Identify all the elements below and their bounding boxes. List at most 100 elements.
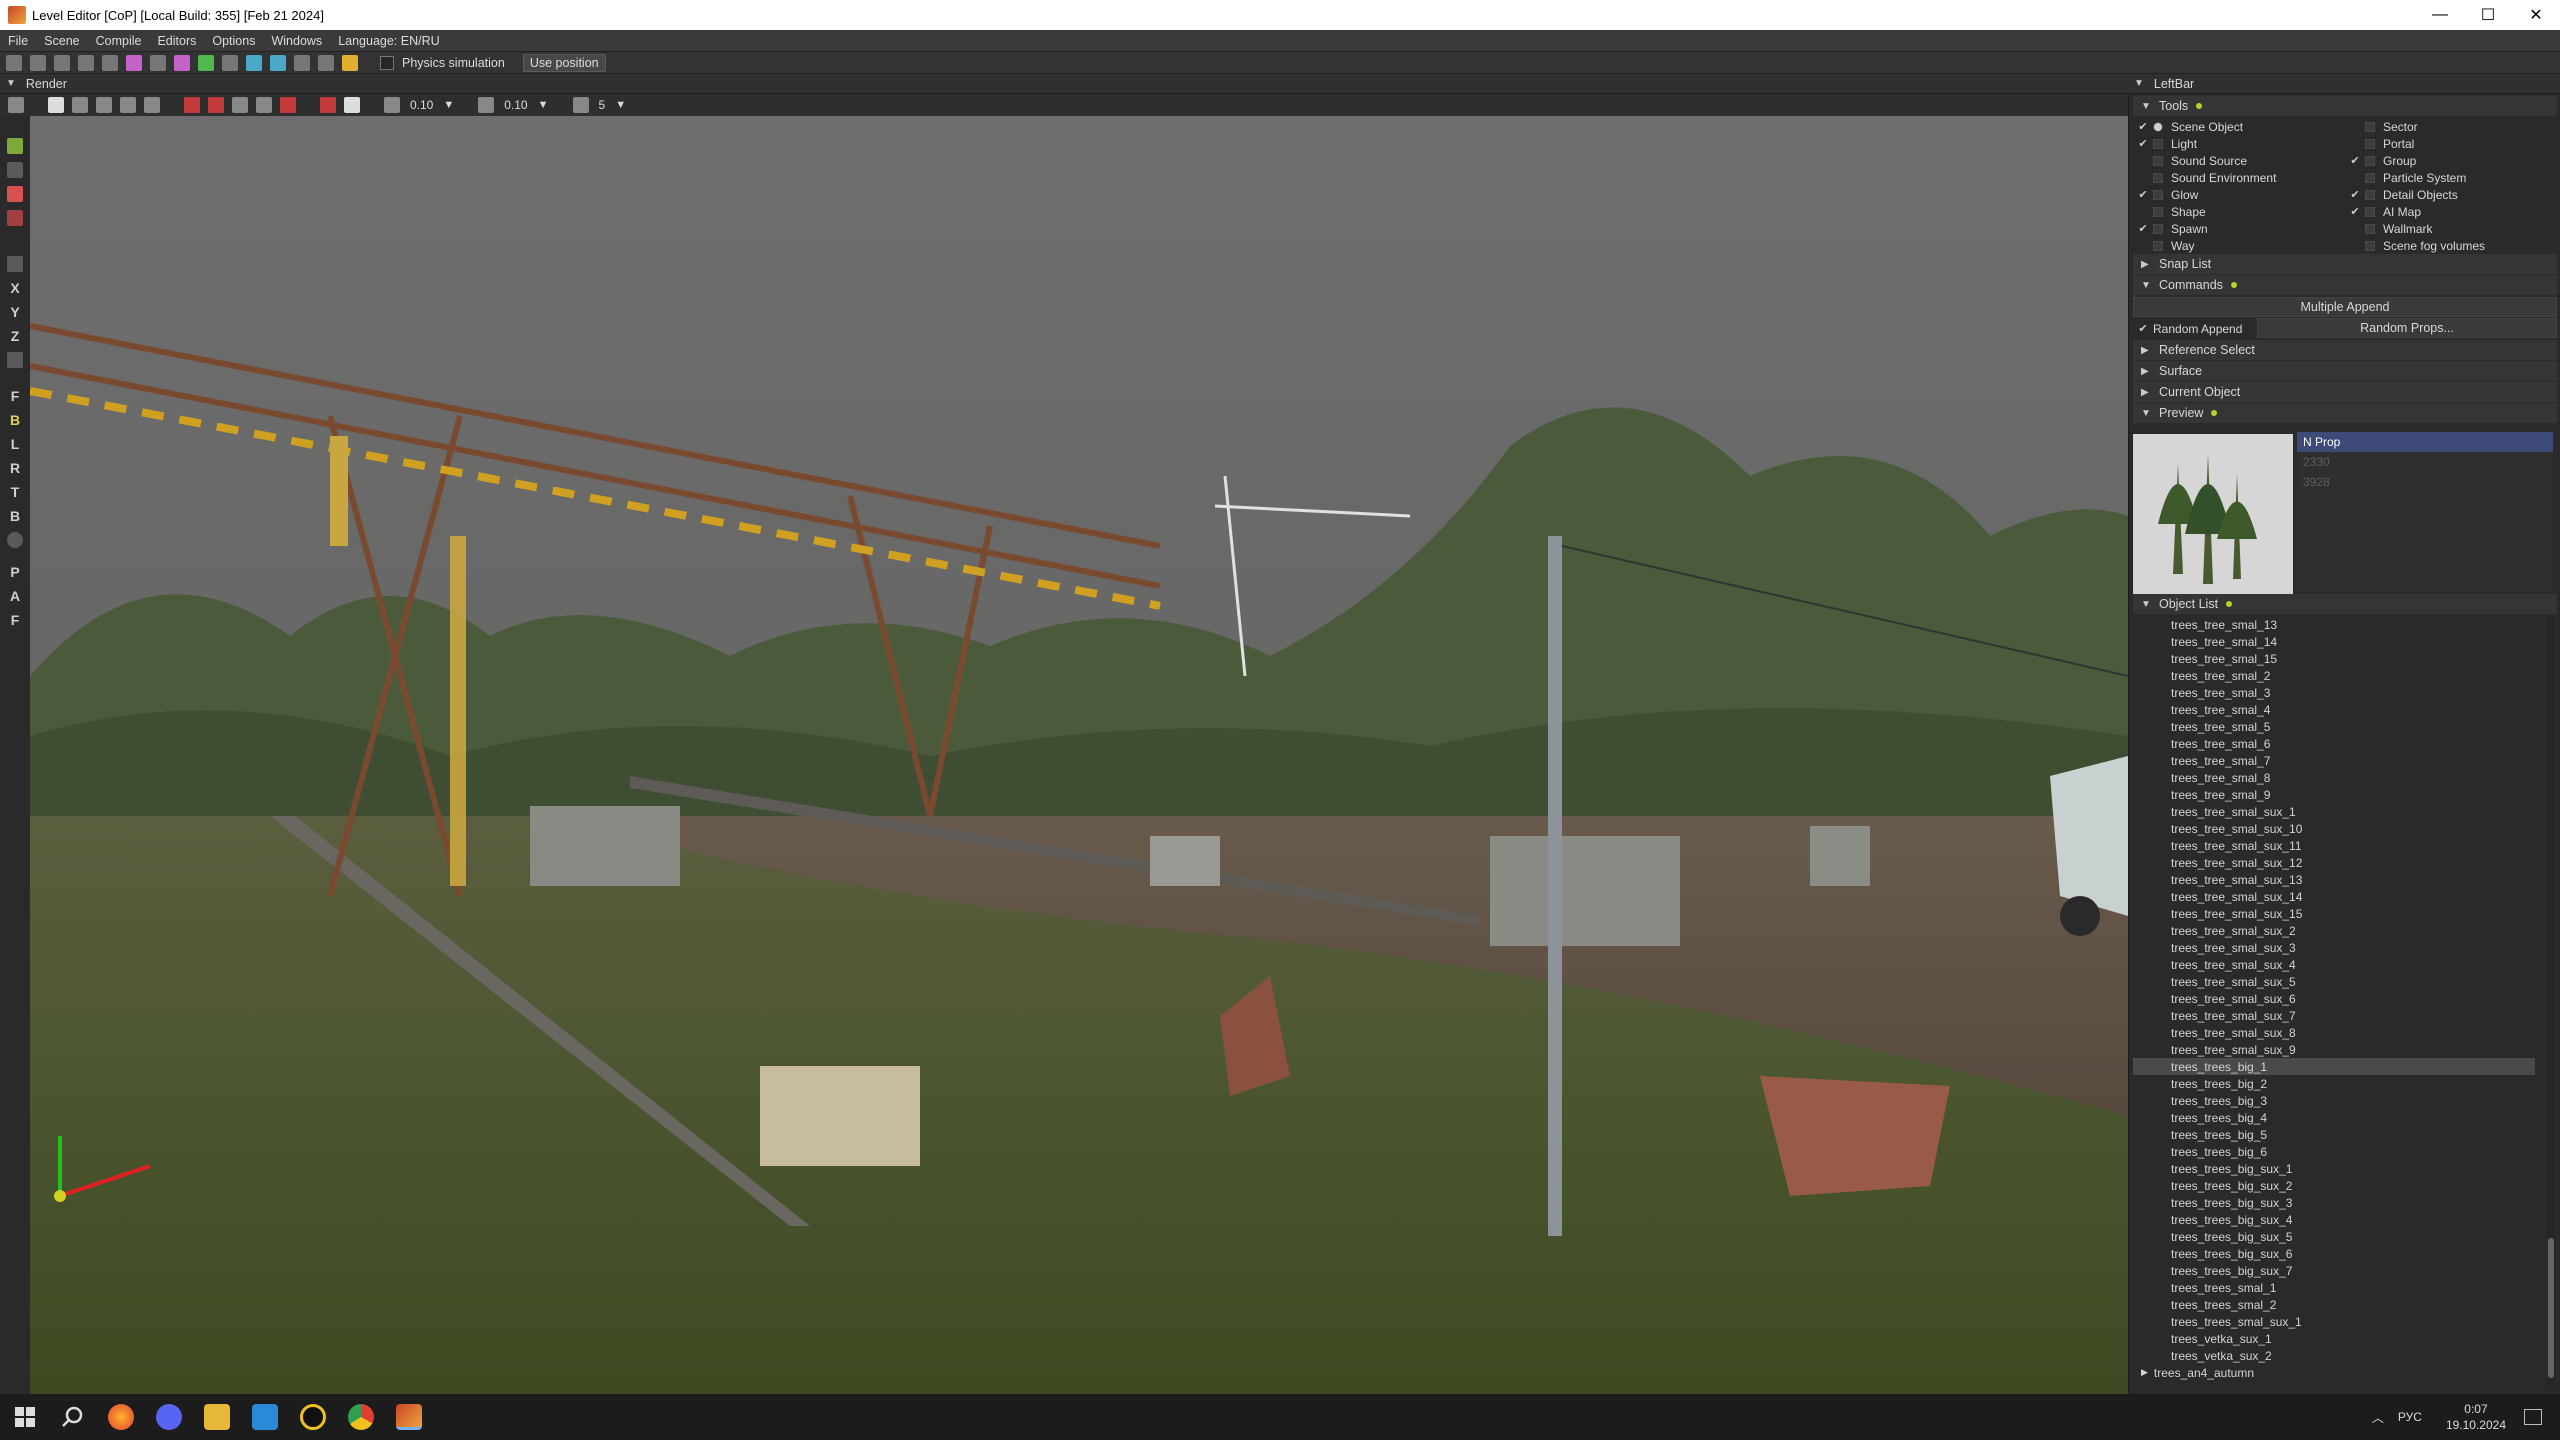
tool-filter-checkbox[interactable] [2349, 223, 2361, 235]
tool-filter-row[interactable]: Sound Environment [2137, 169, 2276, 186]
object-list-item[interactable]: trees_tree_smal_3 [2133, 684, 2557, 701]
angle-step-icon[interactable] [572, 97, 589, 113]
snap-vertex-icon[interactable] [232, 97, 248, 113]
object-list-item[interactable]: trees_trees_big_sux_5 [2133, 1228, 2557, 1245]
tool-active-radio[interactable] [2153, 206, 2163, 217]
reset-view-icon[interactable] [7, 532, 23, 548]
view-front-button[interactable]: F [11, 388, 20, 405]
minimize-button[interactable]: — [2416, 0, 2464, 30]
tool-active-radio[interactable] [2365, 172, 2375, 183]
object-list-item[interactable]: trees_trees_smal_1 [2133, 1279, 2557, 1296]
tool-filter-row[interactable]: Sector [2349, 118, 2418, 135]
tool-filter-row[interactable]: Way [2137, 237, 2195, 254]
camera-icon[interactable] [344, 97, 360, 113]
object-list-item[interactable]: trees_tree_smal_9 [2133, 786, 2557, 803]
tool-filter-row[interactable]: ✔ Scene Object [2137, 118, 2243, 135]
tool-active-radio[interactable] [2153, 155, 2163, 166]
input-language[interactable]: РУС [2398, 1410, 2422, 1424]
axis-x-button[interactable]: X [10, 280, 19, 297]
clock[interactable]: 0:07 19.10.2024 [2446, 1401, 2506, 1433]
tool-filter-checkbox[interactable]: ✔ [2349, 189, 2361, 201]
scale-step-icon[interactable] [478, 97, 495, 113]
chevron-up-icon[interactable]: ︿ [2372, 1409, 2384, 1426]
object-list-item[interactable]: trees_tree_smal_sux_1 [2133, 803, 2557, 820]
object-list-scrollbar[interactable] [2547, 616, 2555, 1386]
tool-filter-checkbox[interactable] [2137, 172, 2149, 184]
tool-filter-checkbox[interactable] [2349, 121, 2361, 133]
zoom-extent-icon[interactable] [320, 97, 336, 113]
menu-language[interactable]: Language: EN/RU [330, 34, 447, 48]
export-icon[interactable] [150, 54, 166, 71]
object-list-item[interactable]: trees_trees_big_sux_2 [2133, 1177, 2557, 1194]
object-list-section-header[interactable]: ▼ Object List [2133, 594, 2557, 614]
tool-active-radio[interactable] [2153, 240, 2163, 251]
tool-filter-checkbox[interactable] [2137, 206, 2149, 218]
object-list-item[interactable]: trees_tree_smal_sux_11 [2133, 837, 2557, 854]
tool-filter-row[interactable]: ✔ Spawn [2137, 220, 2207, 237]
tool-active-radio[interactable] [2153, 121, 2163, 132]
play-dropdown-icon[interactable] [222, 54, 238, 71]
tool-active-radio[interactable] [2365, 155, 2375, 166]
tool-active-radio[interactable] [2153, 138, 2163, 149]
collapse-triangle-icon[interactable]: ▼ [6, 78, 16, 89]
projection-auto-button[interactable]: A [10, 588, 20, 605]
tool-active-radio[interactable] [2153, 223, 2163, 234]
object-list-item[interactable]: trees_tree_smal_15 [2133, 650, 2557, 667]
tool-active-radio[interactable] [2365, 121, 2375, 132]
tool-filter-checkbox[interactable] [2349, 138, 2361, 150]
object-list-item[interactable]: trees_trees_big_4 [2133, 1109, 2557, 1126]
menu-scene[interactable]: Scene [36, 34, 87, 48]
object-list-item[interactable]: trees_trees_smal_2 [2133, 1296, 2557, 1313]
object-list-item[interactable]: trees_tree_smal_sux_4 [2133, 956, 2557, 973]
paint-icon[interactable] [126, 54, 142, 71]
object-list-item[interactable]: trees_trees_big_3 [2133, 1092, 2557, 1109]
object-list[interactable]: trees_tree_smal_13 trees_tree_smal_14 tree… [2133, 616, 2557, 1386]
move-icon[interactable] [96, 97, 112, 113]
object-list-item[interactable]: trees_tree_smal_sux_14 [2133, 888, 2557, 905]
object-list-item[interactable]: trees_tree_smal_sux_8 [2133, 1024, 2557, 1041]
object-list-item[interactable]: trees_tree_smal_2 [2133, 667, 2557, 684]
scale-step-dropdown-icon[interactable]: ▼ [538, 99, 549, 111]
tool-active-radio[interactable] [2153, 189, 2163, 200]
hamburger-menu-icon[interactable] [8, 97, 24, 113]
tool-filter-checkbox[interactable] [2349, 172, 2361, 184]
object-list-item[interactable]: trees_tree_smal_13 [2133, 616, 2557, 633]
object-list-item[interactable]: trees_trees_big_5 [2133, 1126, 2557, 1143]
tool-active-radio[interactable] [2365, 138, 2375, 149]
tool-filter-row[interactable]: Wallmark [2349, 220, 2433, 237]
axis-y-button[interactable]: Y [10, 304, 19, 321]
object-list-item[interactable]: trees_trees_big_sux_1 [2133, 1160, 2557, 1177]
terminal-icon[interactable] [318, 54, 334, 71]
tool-filter-checkbox[interactable]: ✔ [2137, 189, 2149, 201]
view-bottom-button[interactable]: B [10, 508, 20, 525]
menu-windows[interactable]: Windows [263, 34, 330, 48]
projection-free-button[interactable]: F [11, 612, 20, 629]
object-list-item[interactable]: trees_tree_smal_4 [2133, 701, 2557, 718]
snap-normal-icon[interactable] [256, 97, 272, 113]
grid-size-dropdown-icon[interactable]: ▼ [443, 99, 454, 111]
tool-filter-row[interactable]: Sound Source [2137, 152, 2247, 169]
object-list-item[interactable]: trees_tree_smal_sux_10 [2133, 820, 2557, 837]
object-list-item[interactable]: trees_tree_smal_sux_3 [2133, 939, 2557, 956]
folder-icon[interactable] [342, 54, 358, 71]
build-icon[interactable] [270, 54, 286, 71]
reference-select-section-header[interactable]: ▶ Reference Select [2133, 340, 2557, 360]
random-append-row[interactable]: ✔ Random Append [2137, 320, 2242, 337]
tool-filter-checkbox[interactable]: ✔ [2137, 121, 2149, 133]
grid-icon[interactable] [384, 97, 400, 113]
view-top-button[interactable]: T [11, 484, 20, 501]
object-list-item[interactable]: trees_vetka_sux_1 [2133, 1330, 2557, 1347]
tool-filter-checkbox[interactable]: ✔ [2137, 223, 2149, 235]
view-back-button[interactable]: B [10, 412, 20, 429]
select-cursor-icon[interactable] [48, 97, 64, 113]
frame-icon[interactable] [7, 162, 23, 178]
close-button[interactable]: ✕ [2512, 0, 2560, 30]
tool-filter-checkbox[interactable]: ✔ [2349, 206, 2361, 218]
firefox-icon[interactable] [108, 1404, 134, 1430]
random-props-button[interactable]: Random Props... [2257, 318, 2557, 338]
tool-filter-checkbox[interactable]: ✔ [2349, 155, 2361, 167]
angle-step-dropdown-icon[interactable]: ▼ [615, 99, 626, 111]
physics-simulation-checkbox[interactable] [380, 55, 394, 70]
lock-icon[interactable] [7, 186, 23, 202]
object-list-item[interactable]: trees_tree_smal_sux_12 [2133, 854, 2557, 871]
